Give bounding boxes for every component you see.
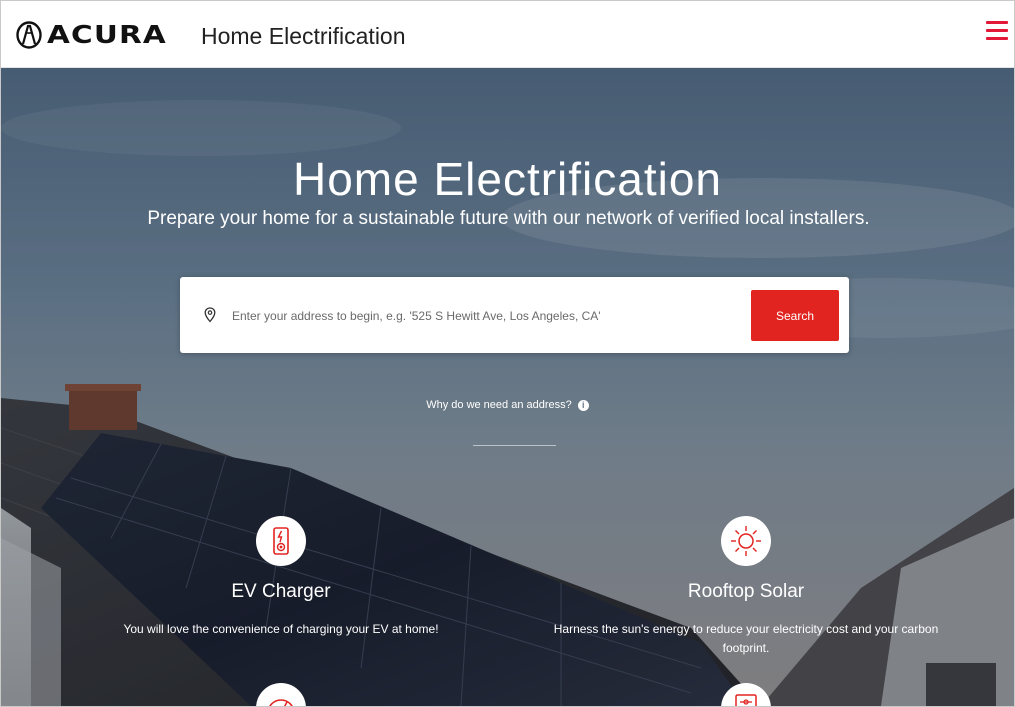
address-search-box: Search bbox=[180, 277, 849, 353]
why-address-text: Why do we need an address? bbox=[426, 399, 572, 411]
feature-desc-rooftop-solar: Harness the sun's energy to reduce your … bbox=[553, 622, 939, 655]
feature-desc-ev-charger: You will love the convenience of chargin… bbox=[123, 622, 439, 636]
hero-subtitle: Prepare your home for a sustainable futu… bbox=[147, 208, 870, 229]
acura-logo[interactable]: ACURA bbox=[15, 20, 166, 49]
acura-emblem-icon bbox=[16, 20, 42, 49]
brand-wordmark: ACURA bbox=[47, 20, 167, 49]
feature-title-rooftop-solar: Rooftop Solar bbox=[687, 581, 805, 602]
hero-title: Home Electrification bbox=[292, 153, 723, 205]
battery-panel-icon bbox=[721, 683, 771, 706]
site-header: ACURA Home Electrification bbox=[1, 1, 1014, 68]
sun-icon bbox=[721, 516, 771, 566]
why-address-link[interactable]: Why do we need an address? i bbox=[1, 399, 1014, 411]
search-button[interactable]: Search bbox=[751, 290, 839, 341]
gauge-icon bbox=[256, 683, 306, 706]
page-label: Home Electrification bbox=[201, 23, 406, 49]
location-pin-icon bbox=[204, 307, 216, 323]
hero-section: Home Electrification Prepare your home f… bbox=[1, 68, 1014, 706]
info-icon[interactable]: i bbox=[577, 399, 589, 411]
section-divider bbox=[473, 445, 556, 446]
ev-charger-icon bbox=[256, 516, 306, 566]
feature-title-ev-charger: EV Charger bbox=[231, 581, 331, 602]
hamburger-menu-icon[interactable] bbox=[986, 21, 1010, 43]
browser-viewport: ACURA Home Electrification Home Electrif… bbox=[0, 0, 1015, 707]
address-input[interactable] bbox=[230, 301, 744, 331]
